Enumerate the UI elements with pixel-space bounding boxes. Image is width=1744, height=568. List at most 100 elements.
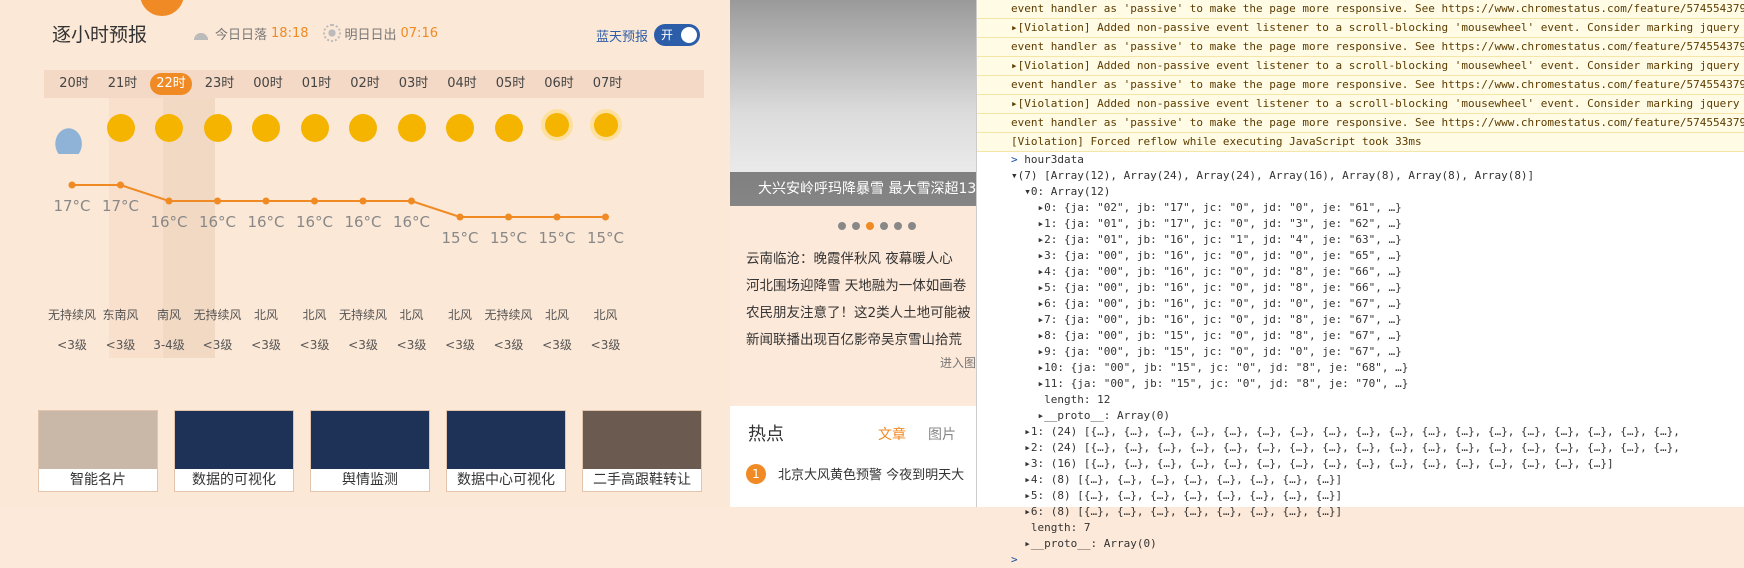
wind-level: <3级	[396, 338, 427, 352]
wind-level: <3级	[493, 338, 524, 352]
console-output-line[interactable]: ▸4: {ja: "00", jb: "16", jc: "0", jd: "8…	[977, 264, 1744, 280]
console-output-line[interactable]: length: 12	[977, 392, 1744, 408]
console-output-line[interactable]: ▸11: {ja: "00", jb: "15", jc: "0", jd: "…	[977, 376, 1744, 392]
tab-articles[interactable]: 文章	[878, 424, 906, 444]
console-output-line[interactable]: ▸1: {ja: "01", jb: "17", jc: "0", jd: "3…	[977, 216, 1744, 232]
hot-item-link[interactable]: 北京大风黄色预警 今夜到明天大	[778, 464, 964, 483]
console-output-line[interactable]: ▸9: {ja: "00", jb: "15", jc: "0", jd: "0…	[977, 344, 1744, 360]
wind-level: <3级	[251, 338, 281, 352]
wind-direction: 北风	[253, 308, 278, 322]
temperature-point	[456, 213, 464, 221]
wind-direction: 无持续风	[484, 308, 533, 322]
card-row: 智能名片 数据的可视化 舆情监测 数据中心可视化 二手高跟鞋转让	[38, 410, 718, 492]
temperature-point	[553, 213, 561, 221]
news-link[interactable]: 农民朋友注意了！这2类人土地可能被	[746, 300, 976, 327]
wind-direction: 无持续风	[47, 308, 96, 322]
service-card[interactable]: 智能名片	[38, 410, 158, 492]
console-violation: event handler as 'passive' to make the p…	[977, 0, 1744, 19]
temperature-point	[505, 213, 512, 221]
card-thumbnail	[311, 411, 429, 471]
console-output-line[interactable]: ▸3: {ja: "00", jb: "16", jc: "0", jd: "0…	[977, 248, 1744, 264]
slider-caption[interactable]: 大兴安岭呼玛降暴雪 最大雪深超13	[730, 172, 976, 206]
wind-level: <3级	[445, 338, 475, 352]
card-label: 二手高跟鞋转让	[583, 469, 701, 491]
console-violation: event handler as 'passive' to make the p…	[977, 114, 1744, 133]
console-output-line[interactable]: ▸4: (8) [{…}, {…}, {…}, {…}, {…}, {…}, {…	[977, 472, 1744, 488]
devtools-console: event handler as 'passive' to make the p…	[976, 0, 1744, 566]
console-output-line[interactable]: ▸10: {ja: "00", jb: "15", jc: "0", jd: "…	[977, 360, 1744, 376]
wind-level: 3-4级	[153, 338, 185, 352]
temperature-point	[359, 197, 367, 205]
console-prompt[interactable]: >	[977, 552, 1744, 568]
console-output-line[interactable]: ▸6: (8) [{…}, {…}, {…}, {…}, {…}, {…}, {…	[977, 504, 1744, 520]
news-list: 云南临沧：晚霞伴秋风 夜幕暖人心 河北围场迎降雪 天地融为一体如画卷 农民朋友注…	[746, 246, 976, 354]
console-violation: event handler as 'passive' to make the p…	[977, 38, 1744, 57]
card-label: 智能名片	[39, 469, 157, 491]
console-output-line[interactable]: ▸6: {ja: "00", jb: "16", jc: "0", jd: "0…	[977, 296, 1744, 312]
news-link[interactable]: 云南临沧：晚霞伴秋风 夜幕暖人心	[746, 246, 976, 273]
service-card[interactable]: 数据中心可视化	[446, 410, 566, 492]
tab-pictures[interactable]: 图片	[928, 424, 956, 444]
service-card[interactable]: 舆情监测	[310, 410, 430, 492]
console-output-line[interactable]: ▸0: {ja: "02", jb: "17", jc: "0", jd: "0…	[977, 200, 1744, 216]
temperature-point	[117, 181, 124, 189]
temperature-curve	[68, 181, 609, 221]
console-output-line[interactable]: ▸8: {ja: "00", jb: "15", jc: "0", jd: "8…	[977, 328, 1744, 344]
console-command: hour3data	[1024, 153, 1084, 166]
enter-gallery-link[interactable]: 进入图	[940, 354, 976, 371]
prompt-icon: >	[1011, 153, 1025, 166]
console-output-line[interactable]: ▸7: {ja: "00", jb: "16", jc: "0", jd: "8…	[977, 312, 1744, 328]
wind-direction: 北风	[544, 308, 569, 322]
console-input-line: > hour3data	[977, 152, 1744, 168]
news-link[interactable]: 新闻联播出现百亿影帝吴京雪山拾荒	[746, 327, 976, 354]
console-output-line[interactable]: ▸1: (24) [{…}, {…}, {…}, {…}, {…}, {…}, …	[977, 424, 1744, 440]
wind-level: <3级	[542, 338, 572, 352]
temperature-point	[68, 181, 76, 189]
slider-dot[interactable]	[908, 222, 916, 230]
card-label: 舆情监测	[311, 469, 429, 491]
wind-direction: 北风	[302, 308, 327, 322]
slider-dot[interactable]	[894, 222, 902, 230]
slider-dots	[838, 222, 922, 230]
wind-direction: 南风	[156, 308, 181, 322]
console-violation: ▸[Violation] Added non-passive event lis…	[977, 19, 1744, 38]
console-output-line[interactable]: ▾(7) [Array(12), Array(24), Array(24), A…	[977, 168, 1744, 184]
console-output-line[interactable]: ▸5: (8) [{…}, {…}, {…}, {…}, {…}, {…}, {…	[977, 488, 1744, 504]
wind-level: <3级	[105, 338, 136, 352]
slider-dot[interactable]	[880, 222, 888, 230]
temperature-point	[165, 197, 173, 205]
wind-direction: 北风	[447, 308, 472, 322]
card-thumbnail	[583, 411, 701, 471]
news-link[interactable]: 河北围场迎降雪 天地融为一体如画卷	[746, 273, 976, 300]
console-output-line[interactable]: ▸5: {ja: "00", jb: "16", jc: "0", jd: "8…	[977, 280, 1744, 296]
console-output-line[interactable]: ▸2: (24) [{…}, {…}, {…}, {…}, {…}, {…}, …	[977, 440, 1744, 456]
console-output-line[interactable]: ▸__proto__: Array(0)	[977, 408, 1744, 424]
wind-level: <3级	[299, 338, 330, 352]
slider-dot-active[interactable]	[866, 222, 874, 230]
service-card[interactable]: 数据的可视化	[174, 410, 294, 492]
temperature-line	[72, 184, 606, 218]
console-output-line[interactable]: ▸3: (16) [{…}, {…}, {…}, {…}, {…}, {…}, …	[977, 456, 1744, 472]
console-output-line[interactable]: ▸__proto__: Array(0)	[977, 536, 1744, 552]
wind-direction: 无持续风	[193, 308, 242, 322]
console-output-line[interactable]: length: 7	[977, 520, 1744, 536]
wind-direction: 北风	[593, 308, 618, 322]
console-violation: ▸[Violation] Added non-passive event lis…	[977, 95, 1744, 114]
service-card[interactable]: 二手高跟鞋转让	[582, 410, 702, 492]
wind-level: <3级	[57, 338, 87, 352]
temperature-point	[214, 197, 221, 205]
wind-direction: 无持续风	[338, 308, 387, 322]
console-violation: [Violation] Forced reflow while executin…	[977, 133, 1744, 152]
console-output-line[interactable]: ▸2: {ja: "01", jb: "16", jc: "1", jd: "4…	[977, 232, 1744, 248]
hot-rank-badge: 1	[746, 464, 766, 484]
card-thumbnail	[175, 411, 293, 471]
hot-title: 热点	[748, 424, 784, 445]
console-violation: event handler as 'passive' to make the p…	[977, 76, 1744, 95]
slider-dot[interactable]	[852, 222, 860, 230]
console-output-line[interactable]: ▾0: Array(12)	[977, 184, 1744, 200]
card-thumbnail	[447, 411, 565, 471]
temperature-point	[311, 197, 318, 205]
slider-dot[interactable]	[838, 222, 846, 230]
slider-photo[interactable]: 大兴安岭呼玛降暴雪 最大雪深超13	[730, 0, 976, 206]
temperature-point	[262, 197, 270, 205]
